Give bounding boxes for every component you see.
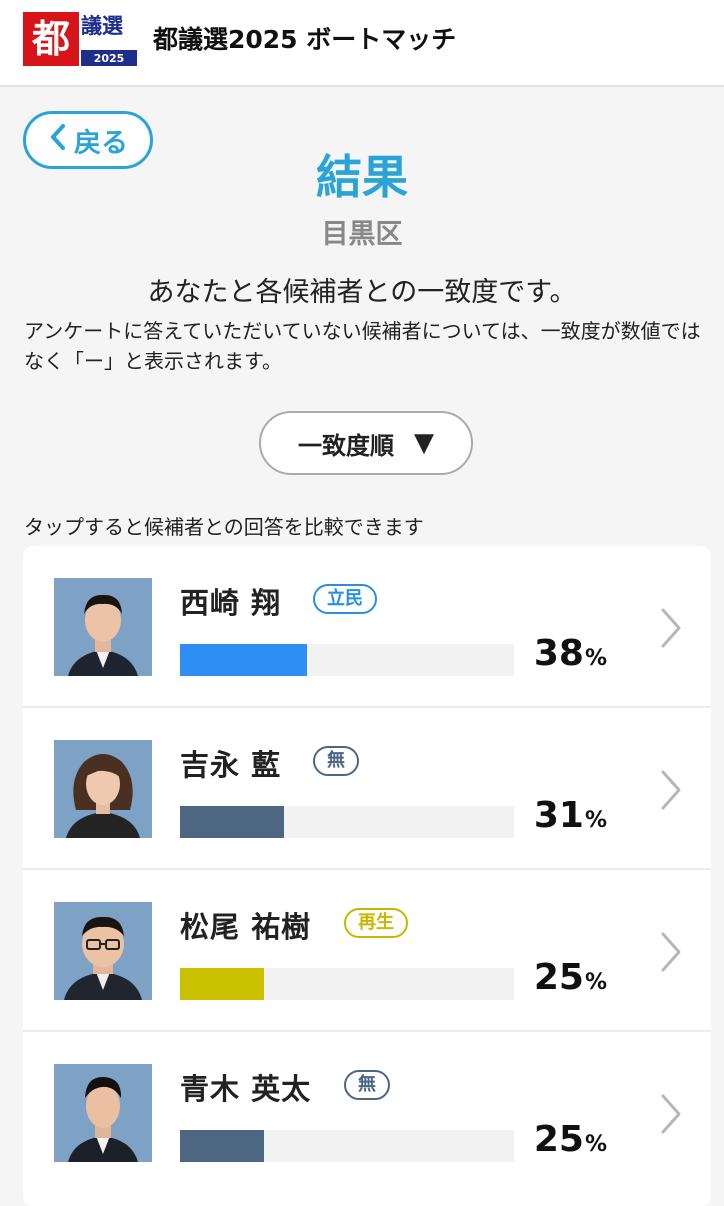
party-badge: 再生: [344, 908, 408, 938]
match-bar-fill: [180, 644, 307, 676]
candidate-photo: [54, 578, 152, 676]
chevron-right-icon: [651, 928, 691, 976]
hint-text: タップすると候補者との回答を比較できます: [24, 515, 424, 539]
party-badge: 無: [313, 746, 359, 776]
lead-text: あなたと各候補者との一致度です。: [147, 277, 577, 308]
match-bar: [180, 968, 514, 1000]
match-percent: 25%: [533, 1119, 607, 1160]
app-title: 都議選2025 ボートマッチ: [153, 25, 457, 54]
logo-year: 2025: [81, 50, 137, 66]
app-logo[interactable]: 都 議選 2025: [23, 12, 137, 66]
candidate-photo: [54, 1064, 152, 1162]
match-bar-fill: [180, 968, 264, 1000]
candidate-photo: [54, 740, 152, 838]
sort-label: 一致度順: [298, 431, 394, 460]
match-percent: 38%: [533, 633, 607, 674]
match-bar: [180, 806, 514, 838]
candidate-row[interactable]: 青木 英太 無 25%: [23, 1032, 711, 1194]
chevron-right-icon: [651, 604, 691, 652]
candidate-row[interactable]: 西崎 翔 立民 38%: [23, 546, 711, 708]
match-bar-fill: [180, 1130, 264, 1162]
app-header: 都 議選 2025 都議選2025 ボートマッチ: [0, 0, 724, 87]
party-badge: 立民: [313, 584, 377, 614]
chevron-right-icon: [651, 766, 691, 814]
page-title: 結果: [316, 150, 408, 204]
logo-mark: 都: [23, 12, 79, 66]
candidate-row[interactable]: 松尾 祐樹 再生 25%: [23, 870, 711, 1032]
logo-subtitle: 議選: [81, 14, 123, 38]
district-label: 目黒区: [321, 219, 403, 250]
match-bar-fill: [180, 806, 284, 838]
candidate-name: 青木 英太: [180, 1072, 312, 1106]
candidate-list: 西崎 翔 立民 38% 吉永 藍 無 31% 松尾 祐樹 再生 25% 青木 英…: [23, 546, 711, 1206]
candidate-name: 松尾 祐樹: [180, 910, 312, 944]
candidate-name: 西崎 翔: [180, 586, 282, 620]
chevron-right-icon: [651, 1090, 691, 1138]
note-text: アンケートに答えていただいていない候補者については、一致度が数値ではなく「ー」と…: [24, 319, 701, 373]
match-bar: [180, 1130, 514, 1162]
sort-dropdown[interactable]: 一致度順 ▼: [259, 411, 473, 475]
triangle-down-icon: ▼: [414, 428, 434, 458]
match-percent: 31%: [533, 795, 607, 836]
candidate-photo: [54, 902, 152, 1000]
match-percent: 25%: [533, 957, 607, 998]
party-badge: 無: [344, 1070, 390, 1100]
candidate-row[interactable]: 吉永 藍 無 31%: [23, 708, 711, 870]
match-bar: [180, 644, 514, 676]
candidate-name: 吉永 藍: [180, 748, 282, 782]
